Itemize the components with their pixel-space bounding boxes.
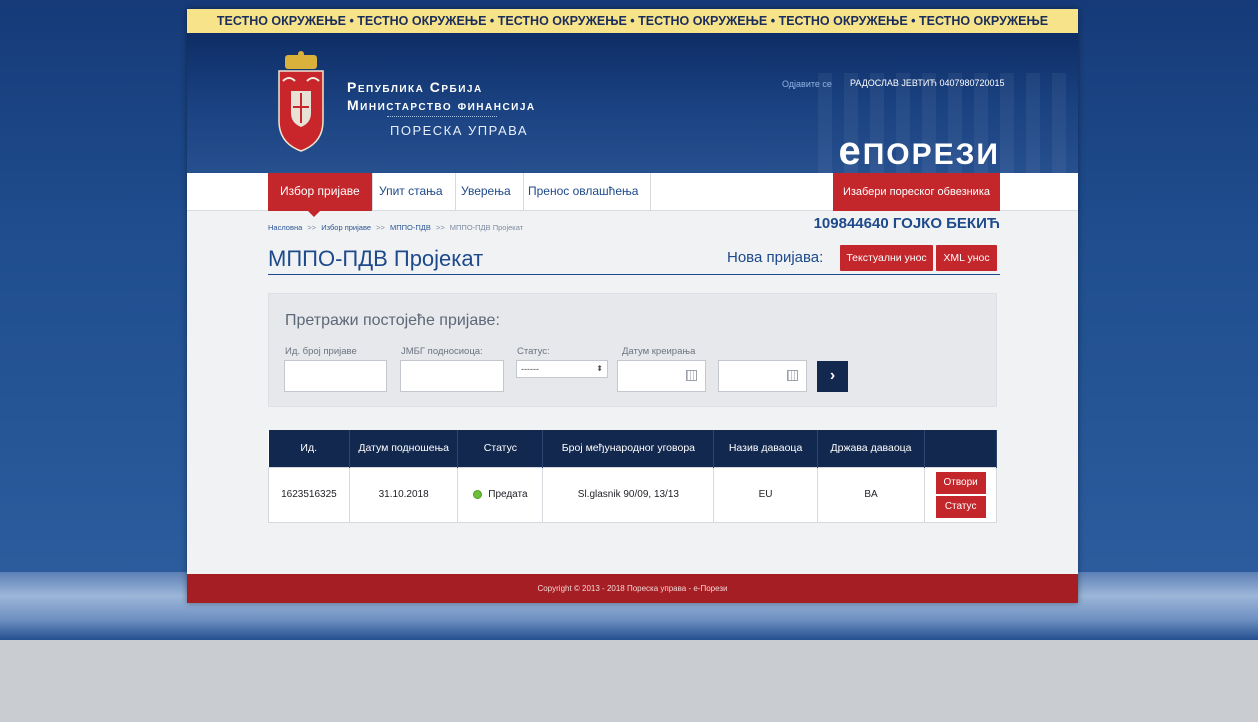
cell-id: 1623516325 xyxy=(268,466,350,523)
search-panel: Претражи постојеће пријаве: Ид. број при… xyxy=(268,293,997,407)
test-environment-banner: ТЕСТНО ОКРУЖЕЊЕ • ТЕСТНО ОКРУЖЕЊЕ • ТЕСТ… xyxy=(187,9,1078,33)
nav-item-certificates[interactable]: Уверења xyxy=(449,173,524,211)
reports-table: Ид. Датум подношења Статус Број међунаро… xyxy=(268,430,997,523)
cell-date: 31.10.2018 xyxy=(348,466,459,523)
ministry-divider xyxy=(387,116,497,117)
taxpayer-label: 109844640 ГОЈКО БЕКИЋ xyxy=(813,215,1000,232)
cell-contract: Sl.glasnik 90/09, 13/13 xyxy=(542,466,715,523)
column-header-donor-name: Назив даваоца xyxy=(713,430,818,467)
new-report-label: Нова пријава: xyxy=(727,249,824,266)
column-header-contract-number: Број међународног уговора xyxy=(542,430,715,467)
column-header-id: Ид. xyxy=(268,430,350,467)
breadcrumb-separator: >> xyxy=(376,223,385,232)
serbian-coat-of-arms-icon xyxy=(278,51,324,152)
date-created-label: Датум креирања xyxy=(622,346,696,357)
breadcrumb-mppo-pdv[interactable]: МППО-ПДВ xyxy=(390,223,431,232)
date-from-input[interactable] xyxy=(617,360,706,392)
status-field-label: Статус: xyxy=(517,346,550,357)
eporezi-logo-text: ПОРЕЗИ xyxy=(862,138,1000,171)
main-navigation: Избор пријаве Упит стања Уверења Пренос … xyxy=(187,173,1078,217)
status-select-value: ------ xyxy=(521,364,539,374)
tax-administration-label: ПОРЕСКА УПРАВА xyxy=(390,123,529,138)
site-container: ТЕСТНО ОКРУЖЕЊЕ • ТЕСТНО ОКРУЖЕЊЕ • ТЕСТ… xyxy=(187,9,1078,603)
page-background-bottom xyxy=(0,640,1258,722)
select-arrows-icon: ⬍ xyxy=(596,364,603,373)
breadcrumb-home[interactable]: Насловна xyxy=(268,223,302,232)
column-header-donor-country: Држава даваоца xyxy=(817,430,926,467)
xml-entry-button[interactable]: XML унос xyxy=(936,245,997,271)
column-header-submission-date: Датум подношења xyxy=(349,430,459,467)
cell-donor: EU xyxy=(713,466,818,523)
eporezi-logo: еПОРЕЗИ xyxy=(838,129,1000,174)
select-taxpayer-button[interactable]: Изабери пореског обвезника xyxy=(832,173,1000,211)
logged-in-user: РАДОСЛАВ ЈЕВТИЋ 0407980720015 xyxy=(850,78,1005,88)
calendar-icon[interactable] xyxy=(686,370,697,381)
jmbg-input[interactable] xyxy=(400,360,504,392)
calendar-icon[interactable] xyxy=(787,370,798,381)
search-title: Претражи постојеће пријаве: xyxy=(285,312,500,329)
search-submit-button[interactable]: › xyxy=(817,361,848,392)
report-status-button[interactable]: Статус xyxy=(935,495,986,518)
date-to-input[interactable] xyxy=(718,360,807,392)
status-select[interactable]: ------ ⬍ xyxy=(516,360,608,378)
site-header: Република Србија Министарство финансија … xyxy=(187,33,1078,173)
column-header-status: Статус xyxy=(457,430,544,467)
report-id-input[interactable] xyxy=(284,360,387,392)
open-report-button[interactable]: Отвори xyxy=(935,471,986,494)
jmbg-field-label: ЈМБГ подносиоца: xyxy=(401,346,483,357)
cell-actions: Отвори Статус xyxy=(924,466,997,523)
breadcrumb-current: МППО-ПДВ Пројекат xyxy=(449,223,524,232)
text-entry-button[interactable]: Текстуални унос xyxy=(840,245,933,271)
cell-status-text: Предата xyxy=(488,489,528,500)
republic-label: Република Србија xyxy=(347,79,483,95)
table-header-row: Ид. Датум подношења Статус Број међунаро… xyxy=(268,430,997,467)
breadcrumb-select-report[interactable]: Избор пријаве xyxy=(321,223,371,232)
table-row: 1623516325 31.10.2018 Предата Sl.glasnik… xyxy=(268,466,997,523)
breadcrumb-separator: >> xyxy=(307,223,317,232)
cell-country: BA xyxy=(816,466,926,523)
nav-item-balance-inquiry[interactable]: Упит стања xyxy=(367,173,456,211)
ministry-label: Министарство финансија xyxy=(347,97,536,113)
cell-status: Предата xyxy=(457,466,544,523)
status-indicator-icon xyxy=(473,489,483,499)
breadcrumb: Насловна >> Избор пријаве >> МППО-ПДВ >>… xyxy=(268,223,523,232)
logout-link[interactable]: Одјавите се xyxy=(782,79,832,89)
ministry-title: Република Србија Министарство финансија … xyxy=(347,79,536,138)
column-header-actions xyxy=(924,430,997,467)
site-footer: Copyright © 2013 - 2018 Пореска управа -… xyxy=(187,574,1078,603)
id-field-label: Ид. број пријаве xyxy=(285,346,357,357)
breadcrumb-separator: >> xyxy=(435,223,445,232)
nav-item-select-report[interactable]: Избор пријаве xyxy=(268,173,373,217)
nav-item-authorization-transfer[interactable]: Пренос овлашћења xyxy=(516,173,652,211)
eporezi-logo-e: е xyxy=(838,129,863,173)
